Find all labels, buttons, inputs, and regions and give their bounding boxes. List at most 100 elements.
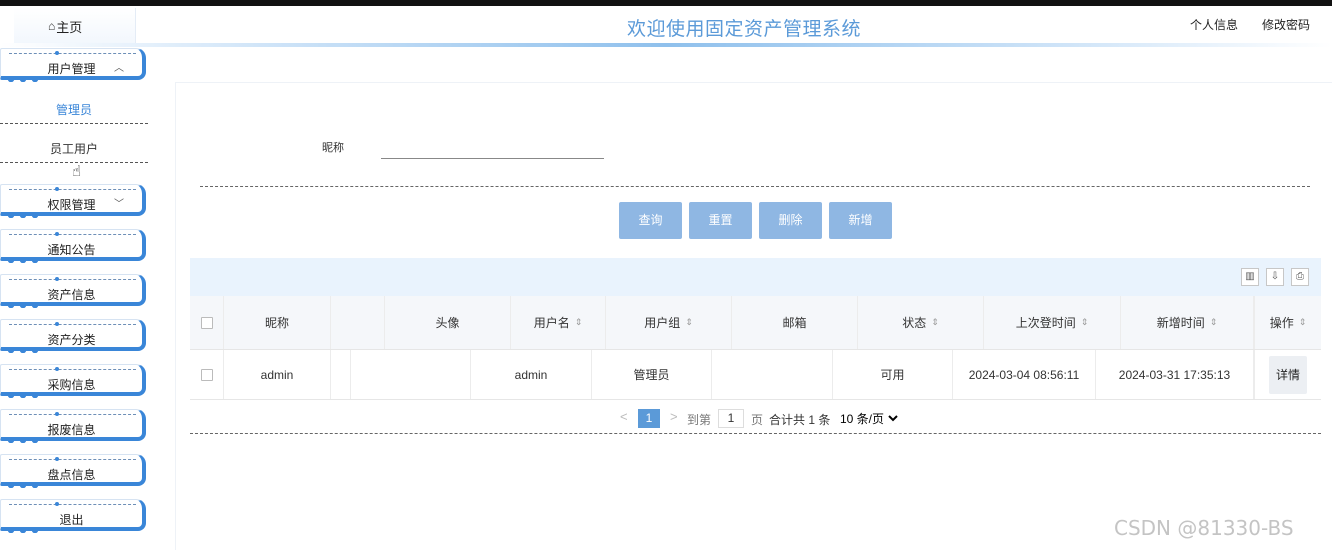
reset-button[interactable]: 重置 <box>689 202 752 239</box>
sidebar-item-notices[interactable]: 通知公告 <box>0 229 146 263</box>
sidebar-item-label: 退出 <box>59 513 84 527</box>
profile-link[interactable]: 个人信息 <box>1190 16 1238 33</box>
sidebar-item-label: 采购信息 <box>47 378 96 392</box>
sidebar-item-asset-info[interactable]: 资产信息 <box>0 274 146 308</box>
current-page-button[interactable]: 1 <box>638 409 660 428</box>
decor-dash <box>9 189 136 190</box>
decor-dot <box>55 277 59 281</box>
decor-dot <box>55 322 59 326</box>
decor-dot <box>55 457 59 461</box>
sidebar-item-label: 资产信息 <box>47 288 96 302</box>
prev-page-icon[interactable]: < <box>620 409 628 424</box>
sidebar-item-label: 报废信息 <box>47 423 96 437</box>
sidebar-item-scrap-info[interactable]: 报废信息 <box>0 409 146 443</box>
nickname-search-input[interactable] <box>381 139 604 159</box>
sidebar-item-inventory-info[interactable]: 盘点信息 <box>0 454 146 488</box>
column-header-avatar[interactable]: 头像 <box>385 296 511 349</box>
column-header-nickname[interactable]: 昵称 <box>224 296 331 349</box>
column-header-label: 操作 <box>1269 316 1294 330</box>
table-row[interactable]: admin admin 管理员 可用 2024-03-04 08:56:11 2… <box>190 350 1321 400</box>
cell-avatar <box>351 350 471 399</box>
sort-icon[interactable]: ⇕ <box>1299 317 1307 328</box>
column-header-created[interactable]: 新增时间 ⇕ <box>1121 296 1254 349</box>
decor-dash <box>9 279 136 280</box>
chevron-down-icon: ﹀ <box>114 199 124 210</box>
decor-dot <box>55 412 59 416</box>
sidebar-item-purchase-info[interactable]: 采购信息 <box>0 364 146 398</box>
next-page-icon[interactable]: > <box>670 409 678 424</box>
sidebar-item-logout[interactable]: 退出 <box>0 499 146 533</box>
column-header-label: 用户组 <box>644 316 681 330</box>
sort-icon[interactable]: ⇕ <box>685 317 693 328</box>
page-size-select[interactable]: 10 条/页 <box>836 409 901 428</box>
add-button[interactable]: 新增 <box>829 202 892 239</box>
column-header-last-login[interactable]: 上次登时间 ⇕ <box>984 296 1121 349</box>
cell-group: 管理员 <box>592 350 712 399</box>
cell-nickname: admin <box>224 350 331 399</box>
goto-page-input[interactable]: 1 <box>718 409 744 428</box>
decor-dot <box>55 187 59 191</box>
decor-dash <box>9 234 136 235</box>
cell-created: 2024-03-31 17:35:13 <box>1096 350 1254 399</box>
export-icon[interactable]: ⇩ <box>1266 268 1284 286</box>
column-spacer <box>331 296 385 349</box>
sidebar-item-user-management[interactable]: 用户管理 ︿ <box>0 48 146 82</box>
select-all-checkbox[interactable] <box>200 316 213 329</box>
decor-dash <box>9 369 136 370</box>
decor-dot <box>55 51 59 55</box>
row-select-cell <box>190 350 224 399</box>
column-header-action[interactable]: 操作 ⇕ <box>1254 296 1321 349</box>
print-icon[interactable]: ⎙ <box>1291 268 1309 286</box>
columns-filter-icon[interactable]: ▥ <box>1241 268 1259 286</box>
column-header-status[interactable]: 状态 ⇕ <box>858 296 984 349</box>
column-header-group[interactable]: 用户组 ⇕ <box>606 296 732 349</box>
decor-dash <box>9 504 136 505</box>
column-header-label: 状态 <box>902 316 927 330</box>
search-label: 昵称 <box>322 142 344 154</box>
column-header-label: 头像 <box>435 316 460 330</box>
column-header-email[interactable]: 邮箱 <box>732 296 858 349</box>
cell-spacer <box>331 350 351 399</box>
decor-dot <box>55 502 59 506</box>
sidebar-subitem-staff-users[interactable]: 员工用户 <box>0 135 148 163</box>
hand-cursor-icon: ☝ <box>72 163 82 180</box>
sidebar-subitem-admin[interactable]: 管理员 <box>0 96 148 124</box>
sort-icon[interactable]: ⇕ <box>931 317 939 328</box>
cell-action: 详情 <box>1254 350 1321 399</box>
change-password-link[interactable]: 修改密码 <box>1262 16 1310 33</box>
total-count: 合计共 1 条 <box>769 413 831 427</box>
sort-icon[interactable]: ⇕ <box>575 317 583 328</box>
query-button[interactable]: 查询 <box>619 202 682 239</box>
sort-icon[interactable]: ⇕ <box>1210 317 1218 328</box>
sidebar-item-asset-category[interactable]: 资产分类 <box>0 319 146 353</box>
delete-button[interactable]: 删除 <box>759 202 822 239</box>
pagination: < 1 > 到第 1 页 合计共 1 条 10 条/页 <box>190 404 1321 434</box>
app-header: ⌂ 主页 欢迎使用固定资产管理系统 个人信息 修改密码 <box>0 6 1332 47</box>
search-divider <box>200 186 1310 187</box>
decor-dash <box>9 414 136 415</box>
sidebar-item-permission-management[interactable]: 权限管理 ﹀ <box>0 184 146 218</box>
column-header-username[interactable]: 用户名 ⇕ <box>511 296 606 349</box>
detail-button[interactable]: 详情 <box>1269 355 1307 394</box>
decor-dot <box>55 367 59 371</box>
sidebar-item-label: 资产分类 <box>47 333 96 347</box>
column-header-label: 邮箱 <box>782 316 807 330</box>
decor-dash <box>9 53 136 54</box>
sort-icon[interactable]: ⇕ <box>1081 317 1089 328</box>
cell-last-login: 2024-03-04 08:56:11 <box>953 350 1096 399</box>
decor-dash <box>9 459 136 460</box>
app-title: 欢迎使用固定资产管理系统 <box>626 19 861 40</box>
sidebar: 用户管理 ︿ 管理员 员工用户 权限管理 ﹀ 通知公告 资产信息 资产分类 采购… <box>0 46 175 550</box>
sidebar-item-label: 盘点信息 <box>47 468 96 482</box>
select-all-cell <box>190 296 224 349</box>
cell-status: 可用 <box>833 350 953 399</box>
watermark: CSDN @81330-BS <box>1114 516 1294 540</box>
table-toolbar: ▥ ⇩ ⎙ <box>190 258 1321 296</box>
decor-dash <box>9 324 136 325</box>
goto-label: 到第 <box>687 413 712 427</box>
sidebar-item-label: 通知公告 <box>47 243 96 257</box>
column-header-label: 上次登时间 <box>1015 316 1076 330</box>
header-wave-decoration <box>0 43 1332 47</box>
column-header-label: 用户名 <box>533 316 570 330</box>
row-checkbox[interactable] <box>200 368 213 381</box>
